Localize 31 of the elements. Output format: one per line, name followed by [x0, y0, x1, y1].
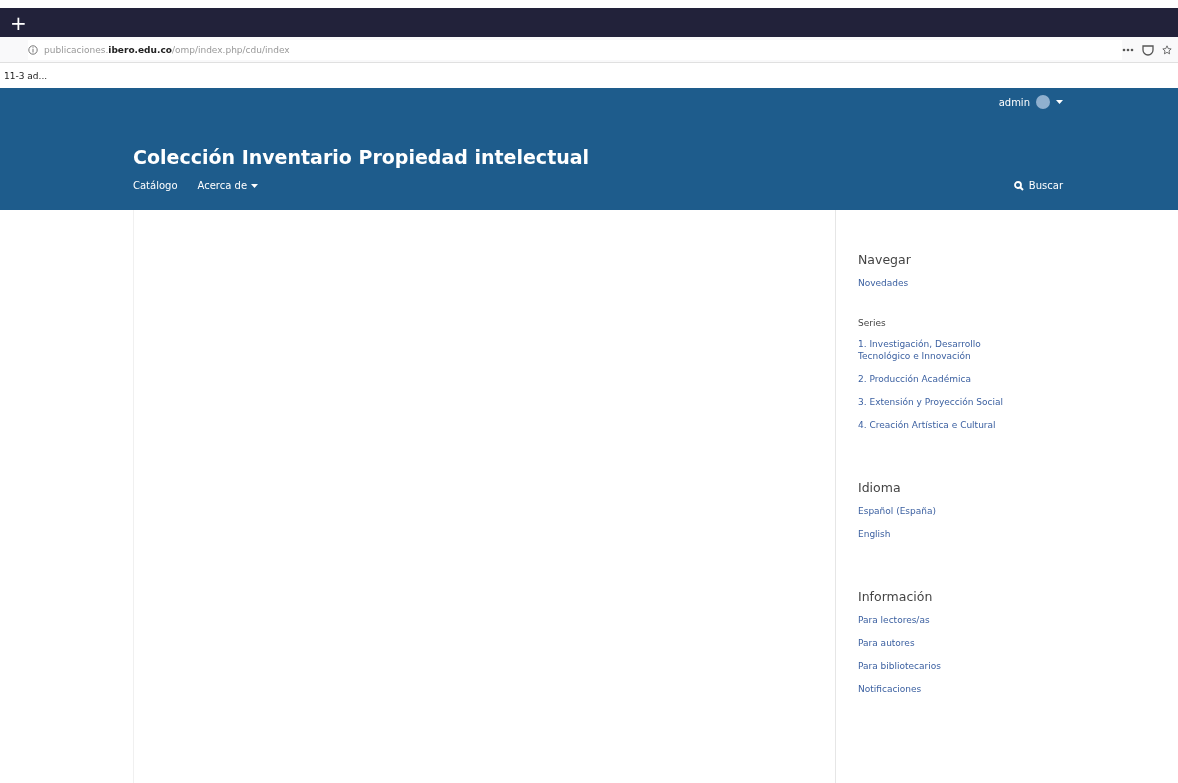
- sidebar-link[interactable]: Para autores: [858, 637, 1018, 649]
- sidebar-link[interactable]: Novedades: [858, 277, 1018, 289]
- more-icon[interactable]: [1122, 47, 1134, 52]
- sidebar-heading: Información: [858, 589, 934, 604]
- sidebar-link[interactable]: Notificaciones: [858, 683, 1018, 695]
- sidebar-link[interactable]: 2. Producción Académica: [858, 373, 1018, 385]
- pocket-icon[interactable]: [1142, 43, 1154, 56]
- sidebar-heading: Navegar: [858, 252, 912, 267]
- sidebar-link[interactable]: 1. Investigación, Desarrollo Tecnológico e Innovación: [858, 338, 1018, 362]
- sidebar-link[interactable]: English: [858, 528, 1018, 540]
- sidebar-heading: Idioma: [858, 480, 902, 495]
- sidebar-subheading: Series: [858, 318, 887, 328]
- bookmark-item[interactable]: 11-3 ad...: [4, 70, 48, 81]
- user-avatar-icon[interactable]: [1036, 95, 1050, 109]
- new-tab-button[interactable]: +: [10, 10, 27, 35]
- nav-link[interactable]: Catálogo: [133, 180, 178, 191]
- search-link[interactable]: Buscar: [1013, 180, 1063, 191]
- site-title: Colección Inventario Propiedad intelectual: [133, 146, 591, 168]
- search-icon: [1013, 180, 1024, 191]
- sidebar-link[interactable]: Para lectores/as: [858, 614, 1018, 626]
- info-icon: [28, 44, 38, 55]
- nav-link[interactable]: Acerca de: [197, 180, 259, 191]
- sidebar-link[interactable]: Español (España): [858, 505, 1018, 517]
- caret-icon: [251, 183, 259, 188]
- address-bar[interactable]: publicaciones.ibero.edu.co/omp/index.php/cdu/index: [28, 39, 1122, 60]
- sidebar-link[interactable]: Para bibliotecarios: [858, 660, 1018, 672]
- sidebar-link[interactable]: 4. Creación Artística e Cultural: [858, 419, 1018, 431]
- caret-icon: [1056, 100, 1063, 104]
- star-icon[interactable]: [1162, 43, 1172, 56]
- sidebar-link[interactable]: 3. Extensión y Proyección Social: [858, 396, 1018, 408]
- user-menu[interactable]: admin: [998, 96, 1030, 108]
